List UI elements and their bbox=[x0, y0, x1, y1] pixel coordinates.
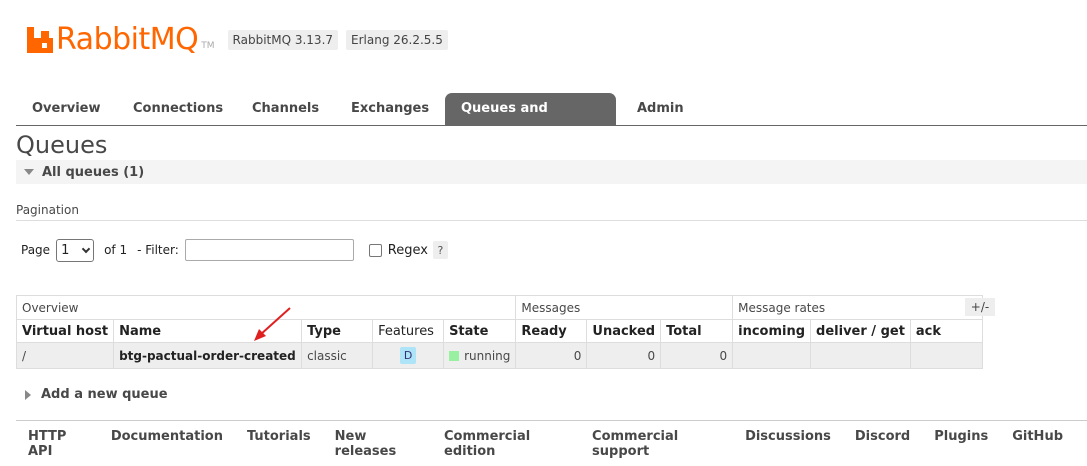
footer-link-documentation[interactable]: Documentation bbox=[111, 429, 223, 459]
filter-input[interactable] bbox=[184, 239, 354, 261]
cell-type: classic bbox=[301, 342, 374, 369]
erlang-badge: Erlang 26.2.5.5 bbox=[346, 30, 448, 50]
footer-link-http-api[interactable]: HTTP API bbox=[28, 429, 87, 459]
regex-help-button[interactable]: ? bbox=[432, 241, 448, 259]
all-queues-section-toggle[interactable]: All queues (1) bbox=[16, 160, 1087, 184]
section-label: All queues (1) bbox=[42, 164, 145, 180]
pagination-label: Pagination bbox=[16, 203, 79, 217]
pagination-divider bbox=[16, 220, 1087, 221]
group-header-message-rates: Message rates bbox=[732, 295, 983, 320]
footer-link-new-releases[interactable]: New releases bbox=[335, 429, 420, 459]
regex-checkbox[interactable] bbox=[368, 243, 382, 257]
pagination-controls: Page 1 of 1 - Filter: Regex ? bbox=[21, 238, 448, 262]
footer-divider bbox=[16, 420, 1087, 421]
rabbit-icon bbox=[27, 27, 53, 53]
page-title: Queues bbox=[16, 131, 108, 159]
tab-exchanges[interactable]: Exchanges bbox=[335, 93, 445, 125]
tab-channels[interactable]: Channels bbox=[236, 93, 335, 125]
cell-incoming bbox=[732, 342, 812, 369]
collapse-triangle-icon bbox=[24, 169, 34, 175]
header: RabbitMQ TM RabbitMQ 3.13.7 Erlang 26.2.… bbox=[27, 20, 448, 60]
expand-triangle-icon bbox=[25, 389, 31, 400]
column-ack[interactable]: ack bbox=[909, 319, 983, 343]
column-deliver-get[interactable]: deliver / get bbox=[810, 319, 911, 343]
footer-link-discord[interactable]: Discord bbox=[855, 429, 910, 459]
queue-name-link[interactable]: btg-pactual-order-created bbox=[113, 342, 303, 369]
page-label: Page bbox=[21, 243, 51, 257]
column-incoming[interactable]: incoming bbox=[732, 319, 812, 343]
cell-unacked: 0 bbox=[586, 342, 662, 369]
state-running-icon bbox=[449, 350, 460, 361]
annotation-arrow-icon bbox=[254, 307, 291, 341]
page-count: of 1 bbox=[104, 243, 128, 257]
column-features: Features bbox=[372, 319, 445, 343]
filter-label: - Filter: bbox=[137, 243, 179, 257]
cell-ready: 0 bbox=[515, 342, 588, 369]
page-select-value: 1 bbox=[61, 242, 70, 258]
column-state[interactable]: State bbox=[443, 319, 517, 343]
footer-link-commercial-support[interactable]: Commercial support bbox=[592, 429, 721, 459]
cell-total: 0 bbox=[660, 342, 734, 369]
add-queue-label: Add a new queue bbox=[41, 387, 168, 402]
cell-features: D bbox=[372, 342, 445, 369]
footer-link-github[interactable]: GitHub bbox=[1012, 429, 1063, 459]
tab-admin[interactable]: Admin bbox=[621, 93, 700, 125]
page-select[interactable]: 1 bbox=[56, 238, 95, 262]
version-badge: RabbitMQ 3.13.7 bbox=[227, 30, 339, 50]
column-total[interactable]: Total bbox=[660, 319, 734, 343]
cell-vhost: / bbox=[15, 342, 115, 369]
column-virtual-host[interactable]: Virtual host bbox=[15, 319, 115, 343]
rabbitmq-logo[interactable]: RabbitMQ TM bbox=[27, 25, 215, 55]
column-toggle-button[interactable]: +/- bbox=[965, 298, 995, 316]
column-type[interactable]: Type bbox=[301, 319, 374, 343]
footer-link-plugins[interactable]: Plugins bbox=[934, 429, 988, 459]
footer-links: HTTP API Documentation Tutorials New rel… bbox=[28, 429, 1087, 459]
chevron-down-icon bbox=[81, 244, 91, 253]
footer-link-commercial-edition[interactable]: Commercial edition bbox=[444, 429, 568, 459]
state-label: running bbox=[464, 348, 511, 363]
main-nav-tabs: Overview Connections Channels Exchanges … bbox=[16, 93, 1087, 148]
group-header-messages: Messages bbox=[515, 295, 734, 320]
cell-deliver-get bbox=[810, 342, 911, 369]
footer-link-discussions[interactable]: Discussions bbox=[745, 429, 831, 459]
add-new-queue-toggle[interactable]: Add a new queue bbox=[25, 387, 168, 402]
column-unacked[interactable]: Unacked bbox=[586, 319, 662, 343]
footer-link-tutorials[interactable]: Tutorials bbox=[247, 429, 311, 459]
regex-label: Regex bbox=[387, 242, 428, 258]
table-row[interactable]: / btg-pactual-order-created classic D ru… bbox=[15, 342, 983, 369]
column-ready[interactable]: Ready bbox=[515, 319, 588, 343]
logo-trademark: TM bbox=[201, 41, 215, 51]
cell-ack bbox=[909, 342, 983, 369]
tab-overview[interactable]: Overview bbox=[16, 93, 117, 125]
tab-connections[interactable]: Connections bbox=[117, 93, 239, 125]
durable-feature-badge: D bbox=[400, 347, 417, 364]
tab-queues-and-streams[interactable]: Queues and Streams bbox=[445, 93, 616, 148]
queues-table: Overview Messages Message rates Virtual … bbox=[15, 295, 983, 369]
logo-text: RabbitMQ bbox=[56, 22, 199, 57]
cell-state: running bbox=[443, 342, 517, 369]
